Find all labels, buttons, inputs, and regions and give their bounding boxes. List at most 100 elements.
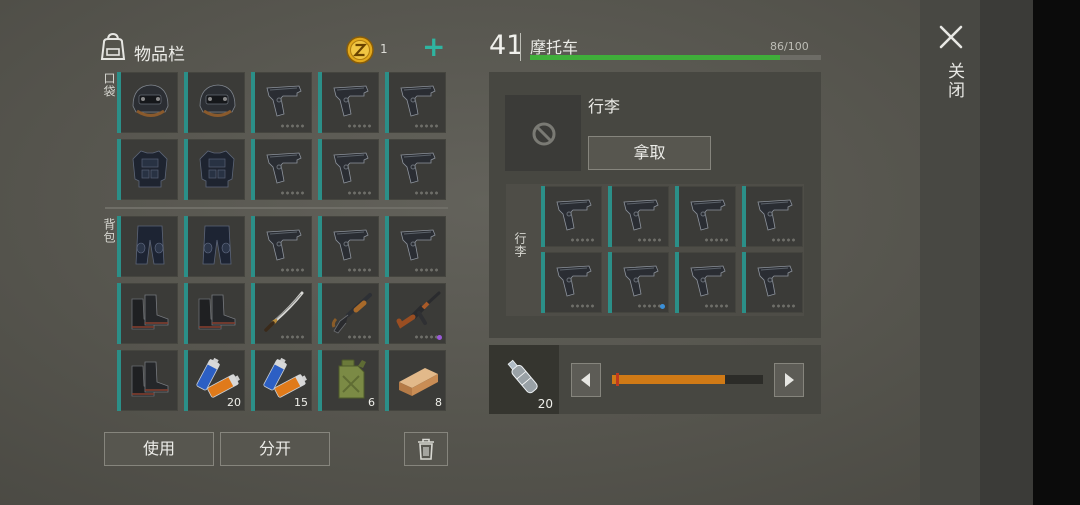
item-slot[interactable] xyxy=(117,283,178,344)
slot-rarity-stripe xyxy=(117,72,121,133)
prohibited-icon xyxy=(532,122,556,146)
close-label: 关闭 xyxy=(944,62,964,100)
close-icon xyxy=(939,25,963,49)
slot-rarity-stripe xyxy=(184,216,188,277)
slot-rarity-stripe xyxy=(742,186,746,247)
luggage-slot-empty[interactable] xyxy=(505,95,581,171)
item-slot[interactable] xyxy=(251,283,312,344)
item-slot[interactable] xyxy=(251,139,312,200)
item-slot[interactable] xyxy=(117,139,178,200)
item-slot[interactable] xyxy=(608,186,669,247)
coin-count: 1 xyxy=(380,42,388,56)
use-button[interactable]: 使用 xyxy=(104,432,214,466)
item-slot[interactable] xyxy=(541,252,602,313)
durability-dots xyxy=(570,304,596,308)
slider-handle[interactable] xyxy=(616,373,619,386)
right-side-bar xyxy=(980,0,1033,505)
pistol-icon xyxy=(328,78,374,124)
armor-vest-icon xyxy=(127,145,173,191)
item-slot[interactable] xyxy=(675,252,736,313)
item-slot[interactable] xyxy=(742,186,803,247)
increase-button[interactable] xyxy=(774,363,804,397)
katana-icon xyxy=(261,289,307,335)
rarity-dot xyxy=(660,304,665,309)
decrease-button[interactable] xyxy=(571,363,601,397)
pants-icon xyxy=(194,222,240,268)
slot-rarity-stripe xyxy=(184,72,188,133)
add-coins-button[interactable]: + xyxy=(422,32,445,62)
item-slot[interactable] xyxy=(318,139,379,200)
fuel-item-slot[interactable]: 20 xyxy=(489,345,559,414)
durability-dots xyxy=(280,191,306,195)
item-slot[interactable] xyxy=(385,72,446,133)
close-button[interactable] xyxy=(936,22,966,52)
item-slot[interactable] xyxy=(251,72,312,133)
item-slot[interactable] xyxy=(117,216,178,277)
item-slot[interactable]: 15 xyxy=(251,350,312,411)
item-slot[interactable]: 8 xyxy=(385,350,446,411)
durability-dots xyxy=(414,124,440,128)
item-slot[interactable] xyxy=(318,283,379,344)
item-slot[interactable] xyxy=(385,283,446,344)
pistol-icon xyxy=(261,78,307,124)
luggage-grid-label: 行李 xyxy=(513,232,527,258)
slot-rarity-stripe xyxy=(184,283,188,344)
item-slot[interactable]: 6 xyxy=(318,350,379,411)
durability-dots xyxy=(570,238,596,242)
item-slot[interactable] xyxy=(675,186,736,247)
item-slot[interactable] xyxy=(184,283,245,344)
item-quantity: 6 xyxy=(368,396,375,409)
take-button[interactable]: 拿取 xyxy=(588,136,711,170)
slot-rarity-stripe xyxy=(318,216,322,277)
item-slot[interactable] xyxy=(251,216,312,277)
item-slot[interactable] xyxy=(184,139,245,200)
durability-dots xyxy=(414,191,440,195)
pistol-icon xyxy=(618,192,664,238)
split-button[interactable]: 分开 xyxy=(220,432,330,466)
pistol-icon xyxy=(395,222,441,268)
item-slot[interactable] xyxy=(385,139,446,200)
inventory-title: 物品栏 xyxy=(134,45,185,65)
pistol-icon xyxy=(752,192,798,238)
slot-rarity-stripe xyxy=(385,139,389,200)
slot-rarity-stripe xyxy=(742,252,746,313)
water-bottle-icon xyxy=(499,353,545,399)
durability-dots xyxy=(347,191,373,195)
item-slot[interactable] xyxy=(742,252,803,313)
item-slot[interactable] xyxy=(318,72,379,133)
slot-rarity-stripe xyxy=(385,283,389,344)
item-slot[interactable] xyxy=(117,350,178,411)
item-slot[interactable] xyxy=(608,252,669,313)
slot-rarity-stripe xyxy=(675,252,679,313)
pocket-label: 口袋 xyxy=(102,72,116,98)
fuel-amount-slider[interactable] xyxy=(612,373,763,386)
assault-rifle-icon xyxy=(395,289,441,335)
item-slot[interactable] xyxy=(184,216,245,277)
durability-dots xyxy=(704,304,730,308)
item-slot[interactable] xyxy=(385,216,446,277)
slot-rarity-stripe xyxy=(251,350,255,411)
slot-rarity-stripe xyxy=(117,216,121,277)
pistol-icon xyxy=(261,222,307,268)
item-quantity: 20 xyxy=(227,396,241,409)
durability-dots xyxy=(414,268,440,272)
durability-dots xyxy=(704,238,730,242)
item-slot[interactable]: 20 xyxy=(184,350,245,411)
discard-button[interactable] xyxy=(404,432,448,466)
item-slot[interactable] xyxy=(117,72,178,133)
durability-dots xyxy=(347,268,373,272)
slot-rarity-stripe xyxy=(318,139,322,200)
slot-rarity-stripe xyxy=(318,350,322,411)
item-slot[interactable] xyxy=(184,72,245,133)
inventory-header: 物品栏 1 + xyxy=(100,30,448,66)
durability-dots xyxy=(347,124,373,128)
pistol-icon xyxy=(551,192,597,238)
shotgun-icon xyxy=(328,289,374,335)
slot-rarity-stripe xyxy=(251,283,255,344)
trash-icon xyxy=(418,438,434,460)
item-slot[interactable] xyxy=(318,216,379,277)
pistol-icon xyxy=(395,78,441,124)
slot-rarity-stripe xyxy=(385,216,389,277)
pistol-icon xyxy=(395,145,441,191)
item-slot[interactable] xyxy=(541,186,602,247)
